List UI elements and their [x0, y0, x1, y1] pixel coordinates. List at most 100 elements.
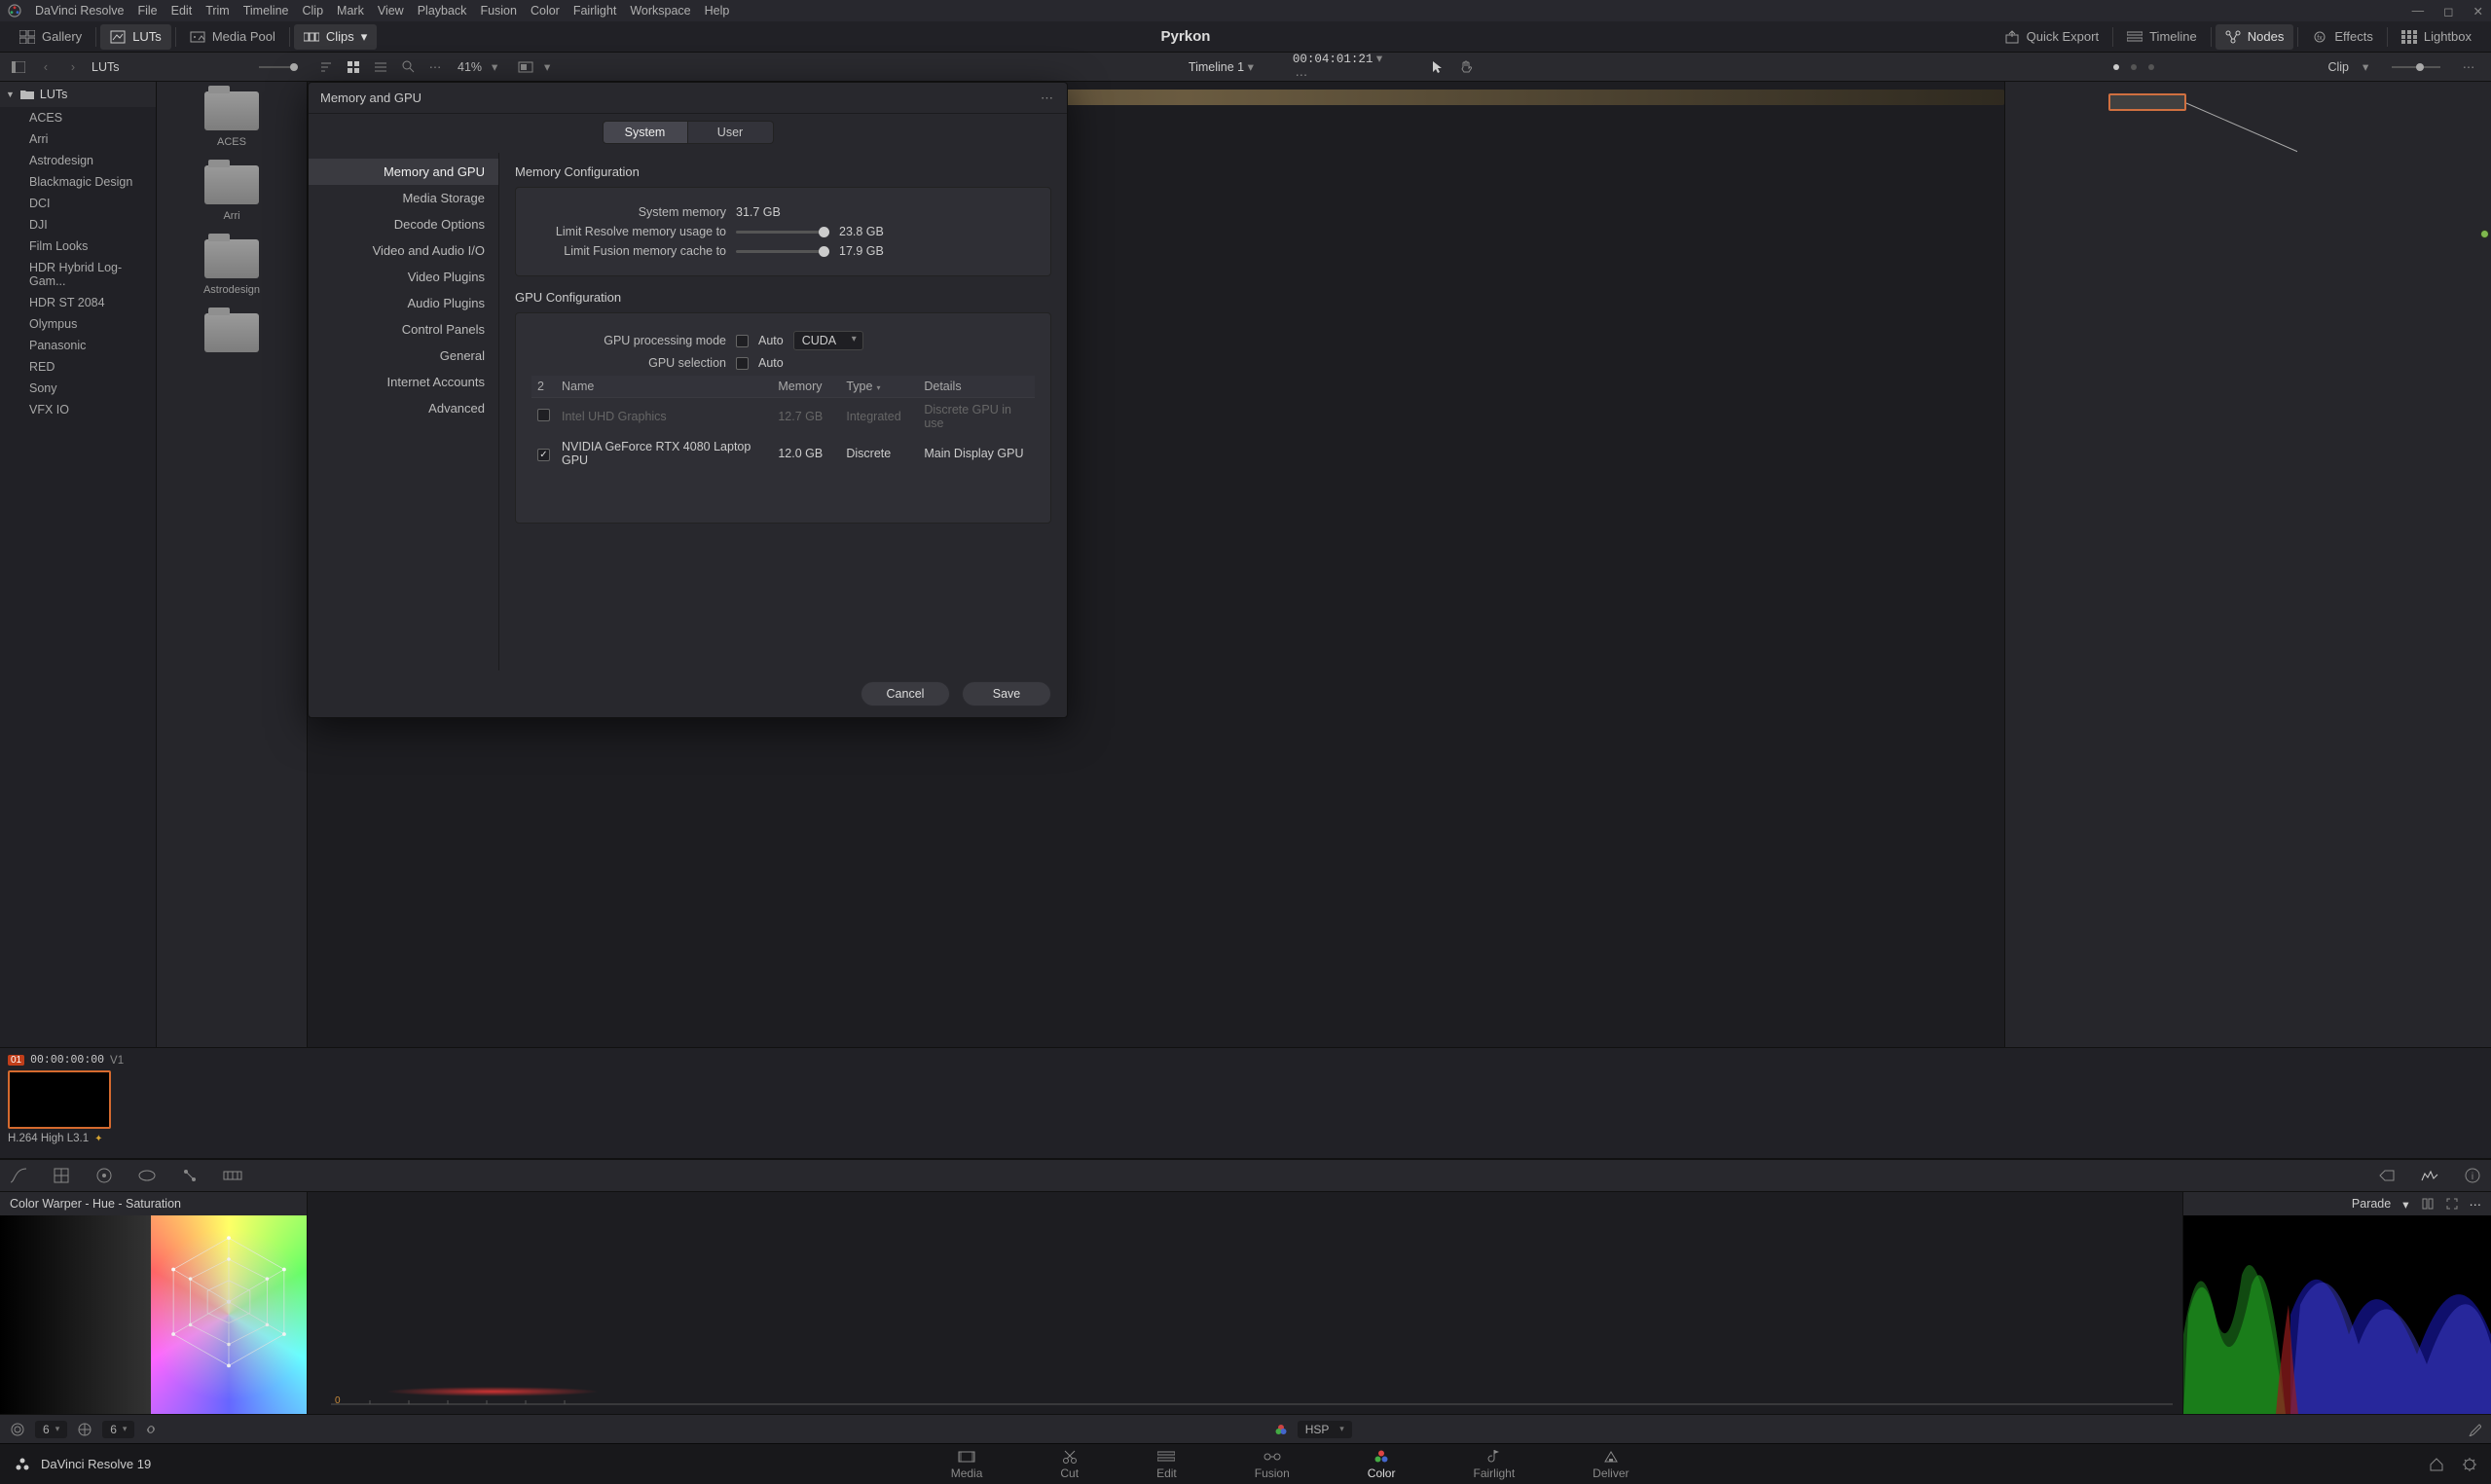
effects-button[interactable]: fxEffects — [2302, 24, 2383, 50]
hue-divisions[interactable]: 6 ▾ — [35, 1421, 67, 1438]
gpu-row[interactable]: NVIDIA GeForce RTX 4080 Laptop GPU12.0 G… — [531, 435, 1035, 472]
media-pool-button[interactable]: Media Pool — [180, 24, 285, 50]
luts-tree-item[interactable]: Olympus — [0, 313, 156, 335]
gpu-type-header[interactable]: Type▾ — [840, 376, 918, 398]
project-settings-icon[interactable] — [2462, 1457, 2477, 1472]
chevron-down-icon[interactable]: ▾ — [2402, 1197, 2408, 1212]
tab-system[interactable]: System — [603, 121, 688, 144]
page-edit[interactable]: Edit — [1147, 1445, 1187, 1484]
nodes-button[interactable]: Nodes — [2216, 24, 2294, 50]
qualifier-icon[interactable] — [93, 1165, 115, 1186]
page-fusion[interactable]: Fusion — [1245, 1445, 1300, 1484]
gpu-row-checkbox[interactable] — [537, 449, 550, 461]
gpu-memory-header[interactable]: Memory — [772, 376, 840, 398]
home-icon[interactable] — [2429, 1457, 2444, 1472]
lut-folder[interactable]: Astrodesign — [157, 239, 307, 296]
menu-clip[interactable]: Clip — [303, 4, 324, 18]
window-icon[interactable] — [136, 1165, 158, 1186]
expand-icon[interactable] — [2446, 1198, 2458, 1210]
gpu-mode-select[interactable]: CUDA — [793, 331, 863, 350]
luts-tree-item[interactable]: DCI — [0, 193, 156, 214]
more-icon[interactable]: ⋯ — [426, 58, 444, 76]
prefs-category[interactable]: Control Panels — [309, 316, 498, 343]
menu-playback[interactable]: Playback — [418, 4, 467, 18]
resolve-limit-slider[interactable] — [736, 231, 829, 234]
more-icon[interactable]: ⋯ — [2460, 58, 2477, 76]
node-thumbnail[interactable] — [2108, 93, 2186, 111]
menu-fairlight[interactable]: Fairlight — [573, 4, 616, 18]
more-icon[interactable]: ⋯ — [2470, 1197, 2482, 1212]
page-media[interactable]: Media — [941, 1445, 993, 1484]
gallery-button[interactable]: Gallery — [10, 24, 92, 50]
prefs-category[interactable]: General — [309, 343, 498, 369]
warper-gradient[interactable] — [0, 1215, 151, 1414]
color-warper[interactable] — [0, 1215, 307, 1414]
sort-icon[interactable] — [317, 58, 335, 76]
scope-mode[interactable]: Parade — [2352, 1197, 2391, 1211]
node-graph-panel[interactable] — [2004, 82, 2491, 1047]
window-minimize-icon[interactable]: ― — [2412, 4, 2425, 18]
hand-icon[interactable] — [1457, 58, 1475, 76]
parade-scope[interactable] — [2183, 1215, 2491, 1414]
chevron-down-icon[interactable]: ▾ — [2363, 59, 2372, 74]
save-button[interactable]: Save — [962, 681, 1051, 706]
clip-thumbnail[interactable] — [8, 1070, 111, 1129]
luts-tree-item[interactable]: HDR ST 2084 — [0, 292, 156, 313]
sat-rings-icon[interactable] — [77, 1422, 92, 1437]
quick-export-button[interactable]: Quick Export — [1995, 24, 2108, 50]
node-mode-label[interactable]: Clip — [2327, 60, 2349, 74]
timeline-ruler[interactable]: 0 — [331, 1394, 2173, 1408]
page-deliver[interactable]: Deliver — [1583, 1445, 1638, 1484]
prefs-category[interactable]: Memory and GPU — [309, 159, 498, 185]
page-color[interactable]: Color — [1358, 1445, 1406, 1484]
color-space-icon[interactable] — [1274, 1423, 1288, 1436]
scopes-icon[interactable] — [2419, 1165, 2440, 1186]
lut-folder[interactable] — [157, 313, 307, 352]
chevron-down-icon[interactable]: ▾ — [1376, 52, 1382, 65]
luts-tree-item[interactable]: Film Looks — [0, 235, 156, 257]
fit-icon[interactable] — [517, 58, 534, 76]
luts-tree-item[interactable]: HDR Hybrid Log-Gam... — [0, 257, 156, 292]
link-icon[interactable] — [144, 1423, 158, 1436]
gpu-name-header[interactable]: Name — [556, 376, 772, 398]
sidebar-toggle-icon[interactable] — [10, 58, 27, 76]
gpu-selection-auto-checkbox[interactable] — [736, 357, 749, 370]
luts-tree-root[interactable]: ▼ LUTs — [0, 82, 156, 107]
luts-tree-item[interactable]: Panasonic — [0, 335, 156, 356]
gpu-mode-auto-checkbox[interactable] — [736, 335, 749, 347]
window-close-icon[interactable]: ✕ — [2473, 4, 2483, 18]
chevron-down-icon[interactable]: ▾ — [544, 59, 554, 74]
menu-help[interactable]: Help — [705, 4, 730, 18]
luts-tree-item[interactable]: ACES — [0, 107, 156, 128]
page-fairlight[interactable]: Fairlight — [1463, 1445, 1524, 1484]
slider-indicator[interactable] — [259, 66, 298, 68]
sat-divisions[interactable]: 6 ▾ — [102, 1421, 134, 1438]
picker-icon[interactable] — [2468, 1423, 2481, 1436]
nav-fwd-icon[interactable]: › — [64, 58, 82, 76]
tracker-icon[interactable] — [179, 1165, 201, 1186]
clips-button[interactable]: Clips▾ — [294, 24, 377, 50]
window-maximize-icon[interactable]: ◻ — [2443, 4, 2453, 18]
flag-icon[interactable]: ✦ — [94, 1134, 102, 1144]
prefs-category[interactable]: Video and Audio I/O — [309, 237, 498, 264]
center-tool-area[interactable]: 0 — [308, 1192, 2183, 1414]
prefs-category[interactable]: Decode Options — [309, 211, 498, 237]
search-icon[interactable] — [399, 58, 417, 76]
pointer-icon[interactable] — [1428, 58, 1446, 76]
luts-tree-item[interactable]: VFX IO — [0, 399, 156, 420]
warper-hexagon[interactable] — [151, 1215, 307, 1414]
gpu-details-header[interactable]: Details — [918, 376, 1035, 398]
menu-color[interactable]: Color — [531, 4, 560, 18]
fusion-limit-slider[interactable] — [736, 250, 829, 253]
luts-tree-item[interactable]: Arri — [0, 128, 156, 150]
luts-tree-item[interactable]: Sony — [0, 378, 156, 399]
nav-back-icon[interactable]: ‹ — [37, 58, 55, 76]
scope-settings-icon[interactable] — [2421, 1197, 2435, 1211]
cancel-button[interactable]: Cancel — [861, 681, 950, 706]
prefs-category[interactable]: Video Plugins — [309, 264, 498, 290]
luts-button[interactable]: LUTs — [100, 24, 171, 50]
menu-file[interactable]: File — [137, 4, 157, 18]
node-output-dot[interactable] — [2480, 230, 2489, 238]
menu-edit[interactable]: Edit — [171, 4, 193, 18]
luts-tree-item[interactable]: RED — [0, 356, 156, 378]
